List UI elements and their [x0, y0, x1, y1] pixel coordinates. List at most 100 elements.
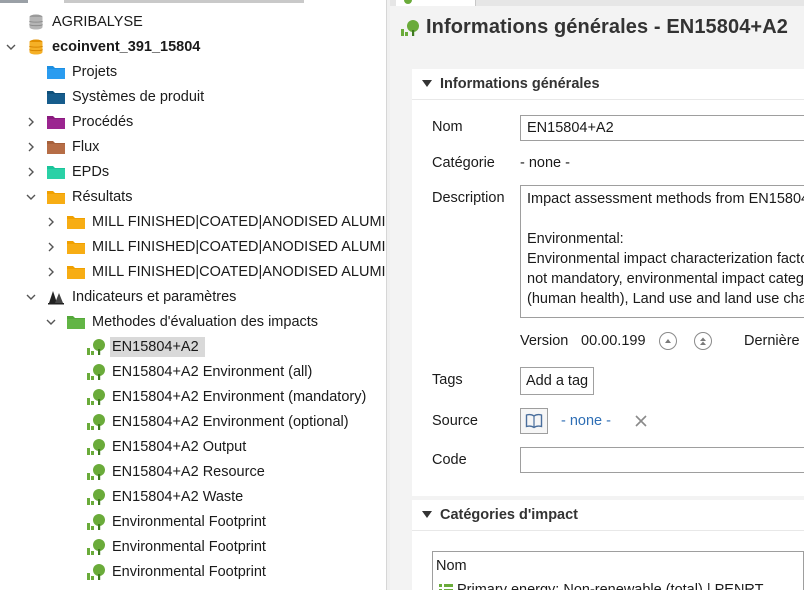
tree-item[interactable]: MILL FINISHED|COATED|ANODISED ALUMINIUM [0, 234, 386, 259]
version-label: Version [520, 333, 569, 349]
editor-tab-strip [390, 0, 804, 6]
impact-method-icon [400, 19, 420, 37]
indicators-icon [46, 288, 66, 306]
chevron-right-icon[interactable] [44, 265, 58, 279]
tree-item[interactable]: AGRIBALYSE [0, 9, 386, 34]
tree-item-label: Flux [72, 138, 100, 155]
chevron-right-icon[interactable] [44, 240, 58, 254]
impact-method-icon [86, 388, 106, 406]
impact-categories-section: Catégories d'impact Nom Primary energy: … [412, 500, 804, 590]
page-title: Informations générales - EN15804+A2 [426, 16, 788, 38]
tree-item[interactable]: Environmental Footprint [0, 559, 386, 584]
tree-item[interactable]: Projets [0, 59, 386, 84]
folder-teal-icon [46, 163, 66, 181]
folder-green-icon [66, 313, 86, 331]
tree-item[interactable]: EPDs [0, 159, 386, 184]
source-link[interactable]: - none - [561, 413, 611, 429]
chevron-right-icon[interactable] [24, 165, 38, 179]
description-line: Environmental impact characterization fa… [527, 251, 804, 267]
section-title: Catégories d'impact [440, 507, 579, 523]
tree-item[interactable]: Indicateurs et paramètres [0, 284, 386, 309]
tree-item[interactable]: MILL FINISHED|COATED|ANODISED ALUMINIUM [0, 209, 386, 234]
name-label: Nom [432, 119, 463, 135]
impact-method-icon [86, 563, 106, 581]
tree-item[interactable]: Flux [0, 134, 386, 159]
tree-item[interactable]: Environmental Footprint [0, 534, 386, 559]
chevron-down-icon[interactable] [24, 190, 38, 204]
tree-item-label: Environmental Footprint [112, 563, 266, 580]
tree-item-label: EN15804+A2 Output [112, 438, 247, 455]
clear-source-icon[interactable] [634, 414, 648, 428]
database-active-icon [26, 38, 46, 56]
table-row[interactable]: Primary energy: Non-renewable (total) | … [439, 582, 764, 590]
folder-purple-icon [46, 113, 66, 131]
version-double-up-button[interactable] [694, 332, 712, 350]
tree-item[interactable]: EN15804+A2 Resource [0, 459, 386, 484]
tree-item[interactable]: Systèmes de produit [0, 84, 386, 109]
tree-item[interactable]: EN15804+A2 Environment (optional) [0, 409, 386, 434]
version-value: 00.00.199 [581, 333, 646, 349]
tree-item-label: Environmental Footprint [112, 538, 266, 555]
tree-item[interactable]: EN15804+A2 [0, 334, 386, 359]
category-value[interactable]: - none - [520, 155, 570, 171]
description-line [527, 209, 803, 229]
source-label: Source [432, 413, 478, 429]
tree-item-label: Methodes d'évaluation des impacts [92, 313, 319, 330]
tree-item[interactable]: EN15804+A2 Environment (all) [0, 359, 386, 384]
chevron-down-icon[interactable] [44, 315, 58, 329]
general-info-header[interactable]: Informations générales [412, 69, 804, 99]
tree-item[interactable]: Procédés [0, 109, 386, 134]
folder-brown-icon [46, 138, 66, 156]
source-book-button[interactable] [520, 408, 548, 434]
tree-item-label: EN15804+A2 Environment (all) [112, 363, 313, 380]
folder-orange-icon [66, 238, 86, 256]
folder-darkblue-icon [46, 88, 66, 106]
version-up-button[interactable] [659, 332, 677, 350]
chevron-right-icon[interactable] [44, 215, 58, 229]
description-textarea[interactable]: Impact assessment methods from EN15804+A… [520, 185, 804, 318]
database-gray-icon [26, 13, 46, 31]
add-tag-button[interactable]: Add a tag [520, 367, 595, 395]
description-line: Impact assessment methods from EN15804+A… [527, 191, 804, 207]
tree-item[interactable]: MILL FINISHED|COATED|ANODISED ALUMINIUM [0, 259, 386, 284]
column-header-name[interactable]: Nom [436, 558, 467, 574]
chevron-right-icon[interactable] [24, 115, 38, 129]
tree-item[interactable]: Environmental Footprint [0, 509, 386, 534]
tree-item[interactable]: Methodes d'évaluation des impacts [0, 309, 386, 334]
tree-item-label: ecoinvent_391_15804 [52, 38, 201, 55]
tree-item-label: EN15804+A2 [110, 336, 205, 357]
impact-method-icon [86, 338, 106, 356]
tree-item-label: MILL FINISHED|COATED|ANODISED ALUMINIUM [92, 238, 386, 255]
name-field[interactable]: EN15804+A2 [520, 115, 804, 141]
tree-item[interactable]: EN15804+A2 Output [0, 434, 386, 459]
chevron-right-icon[interactable] [24, 140, 38, 154]
impact-method-icon [86, 488, 106, 506]
description-line: not mandatory, environmental impact cate… [527, 271, 804, 287]
tree-item[interactable]: Résultats [0, 184, 386, 209]
chevron-up-icon [665, 339, 671, 343]
editor-header: Informations générales - EN15804+A2 [400, 16, 788, 39]
chevron-down-icon[interactable] [4, 40, 18, 54]
tree-item[interactable]: EN15804+A2 Waste [0, 484, 386, 509]
impact-method-icon [86, 363, 106, 381]
nav-top-strip [0, 0, 386, 6]
tree-item[interactable]: ecoinvent_391_15804 [0, 34, 386, 59]
code-field[interactable] [520, 447, 804, 473]
chevron-down-icon[interactable] [24, 290, 38, 304]
tree-item-label: Projets [72, 63, 118, 80]
folder-orange-icon [66, 213, 86, 231]
tree-item-label: EN15804+A2 Resource [112, 463, 265, 480]
impact-categories-table[interactable]: Nom Primary energy: Non-renewable (total… [432, 551, 804, 590]
section-title: Informations générales [440, 76, 600, 92]
double-chevron-up-icon [700, 337, 706, 345]
editor-tab[interactable] [396, 0, 476, 6]
impact-categories-header[interactable]: Catégories d'impact [412, 500, 804, 530]
tree-item[interactable]: EN15804+A2 Environment (mandatory) [0, 384, 386, 409]
impact-method-editor: Informations générales - EN15804+A2 Info… [390, 0, 804, 590]
tree-item-label: Indicateurs et paramètres [72, 288, 237, 305]
tree-item-label: Procédés [72, 113, 134, 130]
